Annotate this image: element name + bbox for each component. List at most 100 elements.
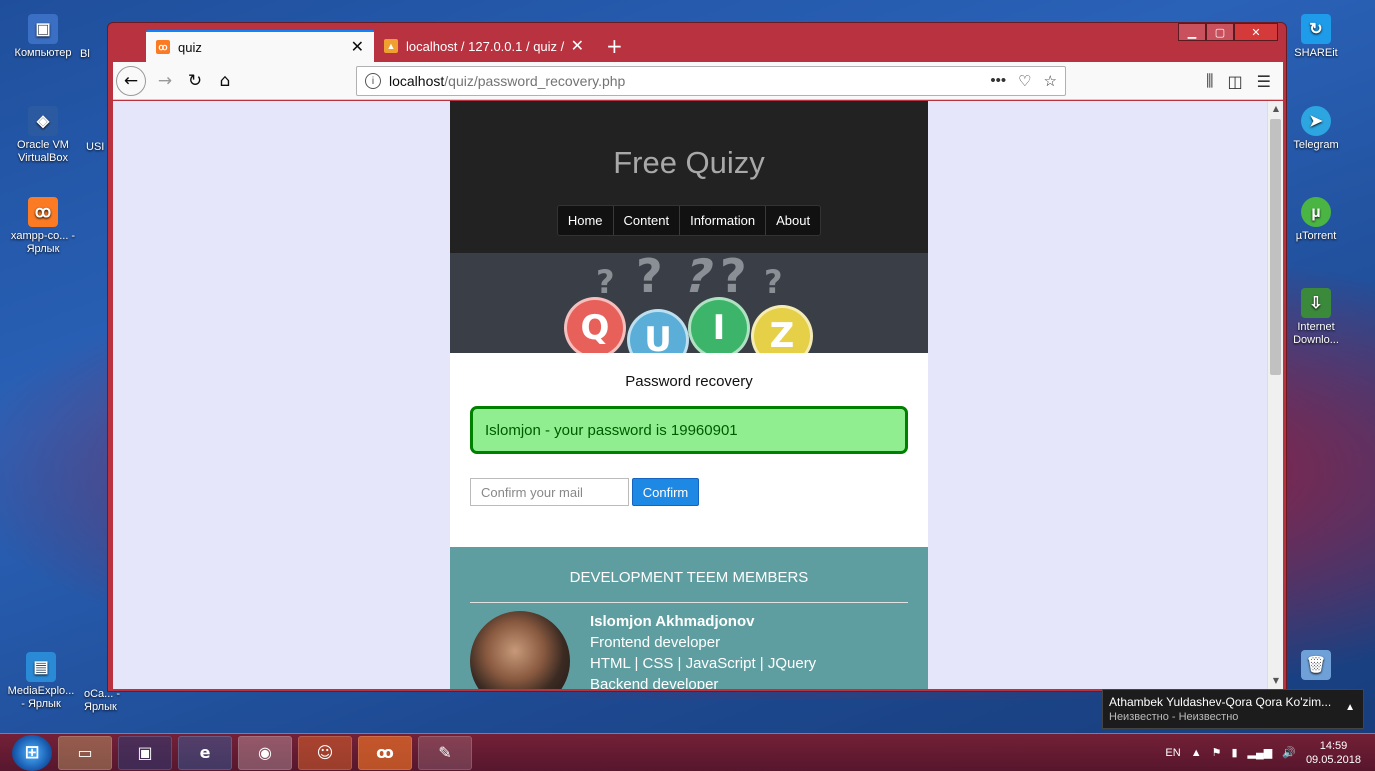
pocket-icon[interactable]: ♡ xyxy=(1018,72,1031,90)
browser-window: ▁ ▢ ✕ ꝏ quiz ✕ ▲ localhost / 127.0.0.1 /… xyxy=(107,22,1287,692)
desktop-icon-telegram[interactable]: ➤ Telegram xyxy=(1281,106,1351,152)
forward-icon[interactable]: → xyxy=(150,66,180,96)
scroll-up-icon[interactable]: ▲ xyxy=(1268,101,1283,117)
page-actions-icon[interactable]: ••• xyxy=(990,72,1006,90)
desktop-icon-utorrent[interactable]: µ µTorrent xyxy=(1281,197,1351,243)
clock-date: 09.05.2018 xyxy=(1305,753,1361,766)
question-mark-icon: ? xyxy=(764,263,783,301)
desktop-icon-recycle-bin[interactable]: 🗑 xyxy=(1281,650,1351,683)
taskbar: ⊞ ▭ ▣ e ◉ ☺ ꝏ ✎ EN ▲ ⚑ ▮ ▂▄▆ 🔊 14:59 09.… xyxy=(0,733,1375,771)
member-name: Islomjon Akhmadjonov xyxy=(590,613,755,630)
member-role: Frontend developer xyxy=(590,634,721,651)
desktop-icon-label: xampp-co... - Ярлык xyxy=(10,230,76,255)
library-icon[interactable]: ⫼ xyxy=(1206,71,1213,91)
bookmark-star-icon[interactable]: ☆ xyxy=(1044,72,1057,90)
site-title: Free Quizy xyxy=(613,145,765,180)
paint-taskbar-icon[interactable]: ✎ xyxy=(418,735,472,770)
shareit-icon: ↻ xyxy=(1301,14,1331,44)
xampp-taskbar-icon[interactable]: ꝏ xyxy=(358,735,412,770)
tab-close-icon[interactable]: ✕ xyxy=(571,36,584,56)
url-bar[interactable]: i localhost/quiz/password_recovery.php •… xyxy=(356,66,1066,96)
expand-icon[interactable]: ▲ xyxy=(1345,702,1355,713)
desktop-icon-label: Oracle VM VirtualBox xyxy=(17,139,69,164)
question-mark-icon: ? xyxy=(678,253,720,303)
desktop-icon-label: µTorrent xyxy=(1295,230,1337,242)
tab-close-icon[interactable]: ✕ xyxy=(351,37,364,57)
page-scrollbar[interactable]: ▲ ▼ xyxy=(1267,101,1283,689)
desktop-icon-virtualbox[interactable]: ◈ Oracle VM VirtualBox xyxy=(8,106,78,165)
desktop-icon-label: Компьютер xyxy=(14,47,72,59)
recovery-section: Password recovery Islomjon - your passwo… xyxy=(450,353,928,506)
desktop-icon-computer[interactable]: ▣ Компьютер xyxy=(8,14,78,60)
media-notification[interactable]: Athambek Yuldashev-Qora Qora Ko'zim... Н… xyxy=(1102,689,1364,729)
notification-subtitle: Неизвестно - Неизвестно xyxy=(1109,711,1239,723)
recycle-bin-icon: 🗑 xyxy=(1301,650,1331,680)
password-alert: Islomjon - your password is 19960901 xyxy=(470,406,908,454)
member-role2: Backend developer xyxy=(590,676,719,689)
firefox-taskbar-icon[interactable]: ◉ xyxy=(238,735,292,770)
tab-bar: ꝏ quiz ✕ ▲ localhost / 127.0.0.1 / quiz … xyxy=(146,30,635,62)
maximize-icon[interactable]: ▢ xyxy=(1206,23,1234,41)
team-member: Islomjon Akhmadjonov Frontend developer … xyxy=(470,611,908,689)
telegram-icon: ➤ xyxy=(1301,106,1331,136)
computer-icon: ▣ xyxy=(28,14,58,44)
site-info-icon[interactable]: i xyxy=(365,73,381,89)
media-explorer-icon: ▤ xyxy=(26,652,56,682)
scroll-thumb[interactable] xyxy=(1270,119,1281,375)
notification-title: Athambek Yuldashev-Qora Qora Ko'zim... xyxy=(1109,695,1332,709)
tab-label: localhost / 127.0.0.1 / quiz / use xyxy=(406,38,565,54)
utorrent-icon: µ xyxy=(1301,197,1331,227)
nav-about[interactable]: About xyxy=(766,206,820,235)
xampp-icon: ꝏ xyxy=(28,197,58,227)
desktop-icon-idm[interactable]: ⇩ Internet Downlo... xyxy=(1281,288,1351,347)
power-icon[interactable]: ▮ xyxy=(1231,746,1237,759)
desktop-icon-shareit[interactable]: ↻ SHAREit xyxy=(1281,14,1351,60)
flag-icon[interactable]: ⚑ xyxy=(1212,746,1222,759)
tray-expand-icon[interactable]: ▲ xyxy=(1191,747,1202,759)
minimize-icon[interactable]: ▁ xyxy=(1178,23,1206,41)
recovery-form: Confirm your mail Confirm xyxy=(470,478,908,506)
start-button[interactable]: ⊞ xyxy=(12,734,52,771)
page-viewport: Free Quizy Home Content Information Abou… xyxy=(113,101,1283,689)
team-section: DEVELOPMENT TEEM MEMBERS Islomjon Akhmad… xyxy=(450,547,928,689)
uc-browser-taskbar-icon[interactable]: ☺ xyxy=(298,735,352,770)
reload-icon[interactable]: ↻ xyxy=(180,66,210,96)
tab-quiz[interactable]: ꝏ quiz ✕ xyxy=(146,30,374,62)
url-path: /quiz/password_recovery.php xyxy=(444,73,626,89)
desktop-icon-partial[interactable]: Bl xyxy=(80,48,108,61)
scroll-down-icon[interactable]: ▼ xyxy=(1268,673,1283,689)
url-host: localhost xyxy=(389,73,445,89)
save-app-taskbar-icon[interactable]: ▣ xyxy=(118,735,172,770)
nav-home[interactable]: Home xyxy=(558,206,614,235)
site-container: Free Quizy Home Content Information Abou… xyxy=(450,101,928,689)
question-mark-icon: ? xyxy=(636,253,663,303)
sidebar-icon[interactable]: ◫ xyxy=(1228,72,1243,91)
team-title: DEVELOPMENT TEEM MEMBERS xyxy=(470,547,908,603)
nav-information[interactable]: Information xyxy=(680,206,767,235)
idm-icon: ⇩ xyxy=(1301,288,1331,318)
volume-icon[interactable]: 🔊 xyxy=(1282,746,1296,759)
member-avatar xyxy=(470,611,570,689)
desktop-icon-xampp[interactable]: ꝏ xampp-co... - Ярлык xyxy=(8,197,78,256)
tab-phpmyadmin[interactable]: ▲ localhost / 127.0.0.1 / quiz / use ✕ xyxy=(374,30,594,62)
recovery-title: Password recovery xyxy=(625,373,753,390)
network-icon[interactable]: ▂▄▆ xyxy=(1248,746,1273,759)
quiz-letter-z: Z xyxy=(751,305,813,353)
new-tab-icon[interactable]: + xyxy=(594,30,635,62)
home-icon[interactable]: ⌂ xyxy=(210,66,240,96)
back-icon[interactable]: ← xyxy=(116,65,146,96)
tab-label: quiz xyxy=(178,39,202,55)
desktop-icon-label: Telegram xyxy=(1293,139,1339,151)
confirm-button[interactable]: Confirm xyxy=(632,478,699,506)
desktop-icon-label: Bl xyxy=(80,48,90,60)
clock[interactable]: 14:59 09.05.2018 xyxy=(1306,739,1361,767)
clock-time: 14:59 xyxy=(1319,739,1348,752)
desktop-icon-mediaexplorer[interactable]: ▤ MediaExplo... - Ярлык xyxy=(6,652,76,711)
menu-icon[interactable]: ☰ xyxy=(1257,72,1271,91)
explorer-taskbar-icon[interactable]: ▭ xyxy=(58,735,112,770)
internet-explorer-taskbar-icon[interactable]: e xyxy=(178,735,232,770)
language-indicator[interactable]: EN xyxy=(1165,747,1180,759)
close-icon[interactable]: ✕ xyxy=(1234,23,1278,41)
nav-content[interactable]: Content xyxy=(614,206,681,235)
mail-input[interactable]: Confirm your mail xyxy=(470,478,629,506)
